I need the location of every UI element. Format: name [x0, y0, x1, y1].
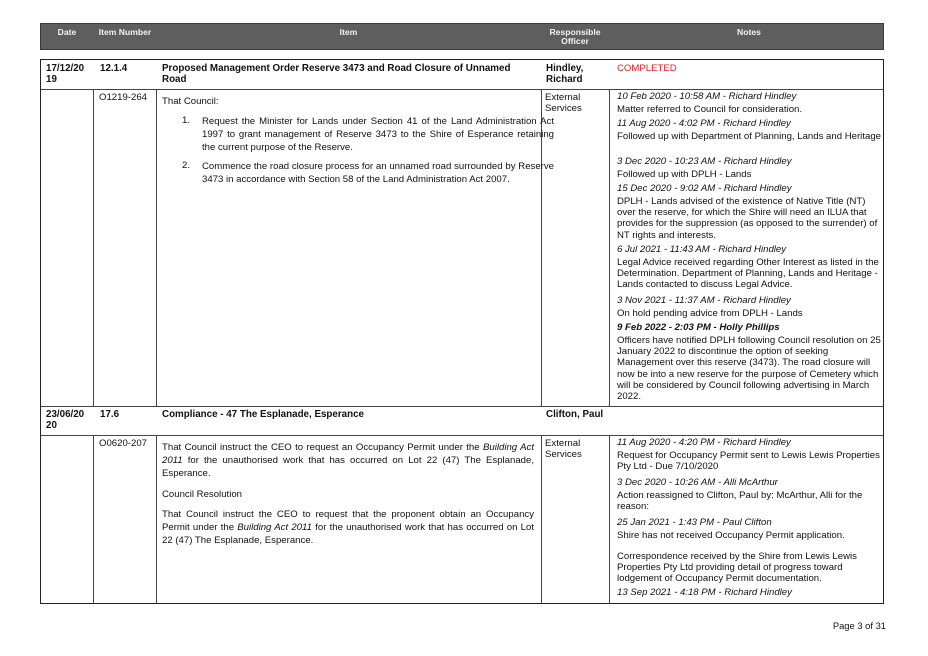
column-divider — [156, 435, 157, 603]
note-stamp: 15 Dec 2020 - 9:02 AM - Richard Hindley — [617, 183, 792, 194]
row-divider — [41, 89, 883, 90]
column-divider — [93, 435, 94, 603]
note-stamp: 3 Dec 2020 - 10:23 AM - Richard Hindley — [617, 156, 792, 167]
note-stamp: 11 Aug 2020 - 4:20 PM - Richard Hindley — [617, 437, 791, 448]
resolution-text: That Council instruct the CEO to request… — [162, 442, 534, 480]
row-title: Compliance - 47 The Esplanade, Esperance — [162, 409, 364, 420]
note-stamp: 3 Nov 2021 - 11:37 AM - Richard Hindley — [617, 295, 791, 306]
header-responsible-officer: Responsible Officer — [549, 27, 601, 46]
note-text: Legal Advice received regarding Other In… — [617, 257, 879, 291]
note-stamp: 25 Jan 2021 - 1:43 PM - Paul Clifton — [617, 517, 772, 528]
notes-list: 11 Aug 2020 - 4:20 PM - Richard Hindley … — [617, 437, 883, 603]
note-text: Followed up with DPLH - Lands — [617, 169, 752, 180]
department: External Services — [545, 92, 582, 115]
header-notes: Notes — [737, 27, 761, 37]
note-text: Correspondence received by the Shire fro… — [617, 551, 857, 585]
note-text: Request for Occupancy Permit sent to Lew… — [617, 450, 880, 473]
note-text: Matter referred to Council for considera… — [617, 104, 803, 115]
row-divider — [41, 435, 883, 436]
department: External Services — [545, 438, 582, 461]
header-item: Item — [339, 27, 358, 37]
council-resolution-label: Council Resolution — [162, 489, 242, 500]
resolution-list-item: 2. Commence the road closure process for… — [182, 160, 554, 186]
row-title: Proposed Management Order Reserve 3473 a… — [162, 63, 511, 86]
column-divider — [93, 89, 94, 406]
row-item-number: 17.6 — [100, 409, 120, 420]
resolution-number: O1219-264 — [99, 92, 148, 103]
notes-list: 10 Feb 2020 - 10:58 AM - Richard Hindley… — [617, 91, 883, 406]
column-divider — [609, 435, 610, 603]
table-header: Date Item Number Item Responsible Office… — [40, 23, 884, 50]
row-item-number: 12.1.4 — [100, 63, 128, 74]
header-item-number: Item Number — [98, 27, 152, 37]
row-divider — [41, 406, 883, 407]
resolution-number: O0620-207 — [99, 438, 148, 449]
note-stamp: 13 Sep 2021 - 4:18 PM - Richard Hindley — [617, 587, 792, 598]
row-officer: Hindley, Richard — [546, 63, 584, 86]
note-stamp: 11 Aug 2020 - 4:02 PM - Richard Hindley — [617, 118, 791, 129]
row-officer: Clifton, Paul — [546, 409, 604, 420]
note-stamp: 6 Jul 2021 - 11:43 AM - Richard Hindley — [617, 244, 787, 255]
note-stamp: 9 Feb 2022 - 2:03 PM - Holly Phillips — [617, 322, 780, 333]
column-divider — [156, 89, 157, 406]
resolution-intro: That Council: — [162, 96, 219, 107]
note-text: Officers have notified DPLH following Co… — [617, 335, 881, 403]
note-text: Action reassigned to Clifton, Paul by: M… — [617, 490, 863, 513]
note-stamp: 10 Feb 2020 - 10:58 AM - Richard Hindley — [617, 91, 797, 102]
row-date: 23/06/20 20 — [46, 409, 85, 432]
action-table: 17/12/20 19 12.1.4 Proposed Management O… — [40, 59, 884, 604]
note-stamp: 3 Dec 2020 - 10:26 AM - Alli McArthur — [617, 477, 778, 488]
note-text: DPLH - Lands advised of the existence of… — [617, 196, 878, 241]
row-date: 17/12/20 19 — [46, 63, 85, 86]
status-badge: COMPLETED — [617, 63, 677, 74]
note-text: Followed up with Department of Planning,… — [617, 131, 881, 142]
council-resolution-text: That Council instruct the CEO to request… — [162, 509, 534, 547]
header-date: Date — [57, 27, 77, 37]
note-text: Shire has not received Occupancy Permit … — [617, 530, 845, 541]
column-divider — [609, 89, 610, 406]
note-text: On hold pending advice from DPLH - Lands — [617, 308, 803, 319]
column-divider — [541, 435, 542, 603]
page-number: Page 3 of 31 — [832, 620, 886, 631]
